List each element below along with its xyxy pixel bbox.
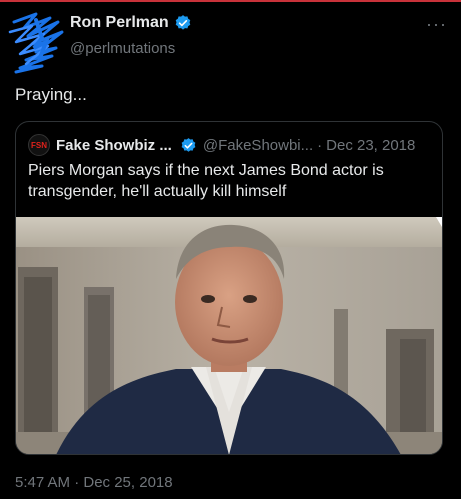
author-name-row[interactable]: Ron Perlman: [70, 14, 192, 32]
verified-badge-icon: [175, 15, 190, 30]
tweet-timestamp[interactable]: 5:47 AM · Dec 25, 2018: [15, 474, 173, 491]
author-handle[interactable]: @perlmutations: [70, 40, 175, 57]
quoted-tweet-card[interactable]: FSN Fake Showbiz ... @FakeShowbi... · De…: [15, 121, 443, 455]
quoted-avatar[interactable]: FSN: [28, 134, 50, 156]
top-border: [0, 0, 461, 2]
scribbled-avatar[interactable]: [6, 8, 70, 74]
quoted-handle[interactable]: @FakeShowbi...: [203, 137, 313, 154]
more-options-button[interactable]: ···: [426, 14, 447, 35]
quoted-tweet-header: FSN Fake Showbiz ... @FakeShowbi... · De…: [28, 134, 415, 156]
quoted-display-name[interactable]: Fake Showbiz ...: [56, 137, 172, 154]
quoted-tweet-text: Piers Morgan says if the next James Bond…: [28, 162, 384, 200]
author-display-name[interactable]: Ron Perlman: [70, 14, 169, 32]
quoted-photo[interactable]: [16, 217, 442, 455]
quoted-separator: ·: [317, 136, 323, 154]
quoted-date[interactable]: Dec 23, 2018: [326, 137, 415, 154]
tweet-text: Praying...: [15, 85, 87, 104]
quoted-verified-badge-icon: [181, 137, 196, 152]
